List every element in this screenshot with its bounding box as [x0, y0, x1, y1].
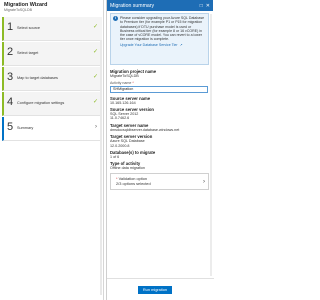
step-map-databases[interactable]: 3 Map to target databases ✓	[2, 67, 102, 91]
step-select-target[interactable]: 2 Select target ✓	[2, 42, 102, 66]
right-scrollbar[interactable]	[210, 14, 212, 276]
blade-header: Migration summary □ ✕	[107, 0, 213, 11]
info-icon: i	[113, 16, 118, 21]
blade-title: Migration summary	[110, 2, 155, 9]
wizard-subtitle: MigrateToSQLDB	[4, 8, 32, 12]
activity-name-input[interactable]: SHMigration	[110, 85, 208, 93]
validation-option-selector[interactable]: * Validation option 2/3 options selected…	[110, 172, 209, 190]
external-link-icon: ↗	[179, 42, 183, 47]
check-icon: ✓	[92, 24, 98, 30]
step-number: 4	[7, 96, 14, 108]
step-number: 1	[7, 21, 14, 33]
close-icon[interactable]: ✕	[206, 3, 210, 9]
activity-type-value: Offline data migration	[110, 166, 145, 171]
step-label: Summary	[17, 126, 34, 130]
check-icon: ✓	[92, 74, 98, 80]
info-text: Please consider upgrading your Azure SQL…	[120, 16, 205, 42]
maximize-icon[interactable]: □	[200, 3, 203, 9]
step-configure-settings[interactable]: 4 Configure migration settings ✓	[2, 92, 102, 116]
wizard-header: Migration Wizard MigrateToSQLDB	[0, 0, 103, 16]
wizard-pane: Migration Wizard MigrateToSQLDB 1 Select…	[0, 0, 104, 300]
step-number: 2	[7, 46, 14, 58]
blade-content: i Please consider upgrading your Azure S…	[110, 13, 209, 190]
blade-footer: Run migration	[107, 278, 214, 300]
step-label: Select source	[17, 26, 41, 30]
step-select-source[interactable]: 1 Select source ✓	[2, 17, 102, 41]
step-summary[interactable]: 5 Summary ›	[2, 117, 102, 141]
summary-blade: Migration summary □ ✕ i Please consider …	[106, 0, 214, 300]
step-number: 3	[7, 71, 14, 83]
check-icon: ✓	[92, 99, 98, 105]
step-label: Select target	[17, 51, 39, 55]
info-banner: i Please consider upgrading your Azure S…	[110, 13, 209, 65]
chevron-right-icon: ›	[203, 178, 205, 185]
step-number: 5	[7, 121, 14, 133]
upgrade-tier-link[interactable]: Upgrade Your Database Service Tier ↗	[120, 43, 206, 47]
chevron-right-icon: ›	[95, 124, 97, 130]
step-label: Configure migration settings	[17, 101, 65, 105]
check-icon: ✓	[92, 49, 98, 55]
upgrade-link-label: Upgrade Your Database Service Tier	[120, 42, 178, 47]
left-scrollbar[interactable]	[100, 40, 102, 295]
step-label: Map to target databases	[17, 76, 58, 80]
wizard-steps: 1 Select source ✓ 2 Select target ✓ 3 Ma…	[2, 17, 102, 142]
run-migration-button[interactable]: Run migration	[138, 286, 172, 294]
validation-option-value: 2/3 options selected	[116, 180, 151, 186]
